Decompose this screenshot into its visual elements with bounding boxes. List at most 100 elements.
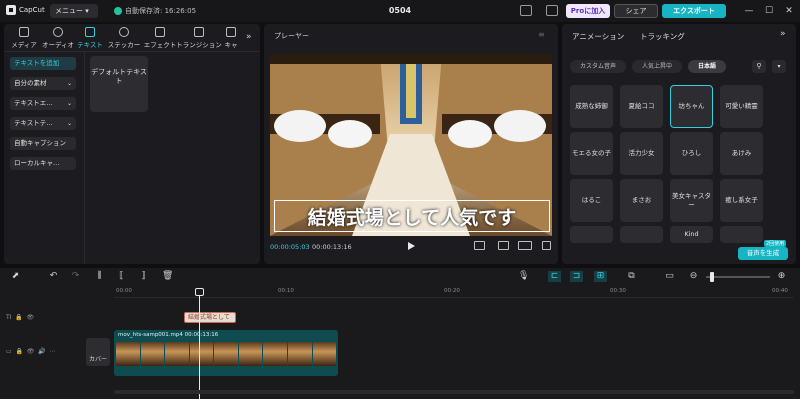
text-clip[interactable]: 結婚式場として bbox=[184, 312, 236, 323]
snap-icon[interactable]: ⧉ bbox=[626, 271, 637, 282]
text-overlay-box[interactable]: 結婚式場として人気です bbox=[274, 200, 550, 232]
default-text-template[interactable]: デフォルトテキスト bbox=[90, 56, 148, 112]
sidebar-item-add-text[interactable]: テキストを追加 bbox=[10, 57, 76, 70]
zoom-out-icon[interactable]: ⊖ bbox=[688, 271, 699, 282]
voice-option[interactable]: 活力少女 bbox=[620, 132, 663, 175]
tab-label: エフェクト bbox=[143, 41, 177, 49]
sidebar-item-text-effects[interactable]: テキストエ… ⌄ bbox=[10, 97, 76, 110]
sidebar-item-text-templates[interactable]: テキストテ… ⌄ bbox=[10, 117, 76, 130]
thumbnail bbox=[312, 342, 337, 366]
split-icon[interactable]: ⫼ bbox=[94, 271, 105, 282]
pro-subscribe-button[interactable]: Proに加入 bbox=[566, 4, 610, 18]
voice-option[interactable]: はるこ bbox=[570, 179, 613, 222]
generate-voice-button[interactable]: 音声を生成 bbox=[738, 247, 788, 260]
undo-icon[interactable]: ↶ bbox=[48, 271, 59, 282]
voice-option[interactable]: Kind bbox=[670, 226, 713, 243]
tab-audio[interactable]: オーディオ bbox=[40, 27, 76, 51]
crop-icon[interactable] bbox=[498, 241, 509, 250]
voice-option[interactable]: 美女キャスター bbox=[670, 179, 713, 222]
chip-custom-voice[interactable]: カスタム音声 bbox=[570, 60, 626, 73]
voice-option[interactable]: モエる女の子 bbox=[570, 132, 613, 175]
total-time: 00:00:13:16 bbox=[312, 243, 352, 251]
voice-option[interactable]: 可愛い精霊 bbox=[720, 85, 763, 128]
magnet-icon[interactable]: ⊏ bbox=[548, 271, 561, 282]
menu-lines-icon[interactable]: ≡ bbox=[538, 30, 545, 39]
preview-axis-icon[interactable]: ⊞ bbox=[594, 271, 607, 282]
expand-panel-icon[interactable]: » bbox=[780, 29, 786, 39]
playhead-handle[interactable] bbox=[195, 288, 204, 296]
chip-trending[interactable]: 人気上昇中 bbox=[632, 60, 682, 73]
microphone-icon[interactable]: 🎙 bbox=[518, 271, 529, 282]
overlay-text[interactable]: 結婚式場として人気です bbox=[308, 203, 516, 230]
original-size-icon[interactable] bbox=[518, 241, 532, 250]
tab-text[interactable]: テキスト bbox=[72, 27, 108, 51]
ratio-icon[interactable] bbox=[474, 241, 485, 250]
close-icon[interactable]: ✕ bbox=[782, 4, 796, 18]
chevron-down-icon[interactable]: ▾ bbox=[772, 60, 786, 73]
usage-badge: 2回使用 bbox=[764, 240, 787, 247]
voice-option[interactable]: 成熟な姉御 bbox=[570, 85, 613, 128]
trim-left-icon[interactable]: ⟦ bbox=[116, 271, 127, 282]
video-clip[interactable]: mov_hts-samp001.mp4 00:00:13:16 bbox=[114, 330, 338, 376]
sidebar-item-label: 自動キャプション bbox=[14, 139, 66, 147]
tick-label: 00:20 bbox=[444, 288, 460, 294]
export-button[interactable]: エクスポート bbox=[662, 4, 726, 18]
zoom-slider-handle[interactable] bbox=[710, 272, 714, 282]
voice-option[interactable] bbox=[720, 226, 763, 243]
tab-animation[interactable]: アニメーション bbox=[572, 31, 624, 42]
sidebar-item-my-assets[interactable]: 自分の素材 ⌄ bbox=[10, 77, 76, 90]
chevron-down-icon: ⌄ bbox=[66, 100, 72, 107]
play-icon[interactable] bbox=[408, 242, 415, 250]
voice-option[interactable]: 癒し系女子 bbox=[720, 179, 763, 222]
voice-option[interactable]: まさお bbox=[620, 179, 663, 222]
video-preview[interactable]: 結婚式場として人気です bbox=[270, 54, 552, 236]
chevron-down-icon: ⌄ bbox=[66, 80, 72, 87]
fullscreen-icon[interactable] bbox=[542, 241, 551, 250]
left-panel: メディア オーディオ テキスト ステッカー エフェクト トランジション キャ »… bbox=[4, 24, 260, 264]
text-icon bbox=[85, 27, 95, 37]
tab-label: テキスト bbox=[77, 41, 103, 49]
link-icon[interactable]: ⊐ bbox=[570, 271, 583, 282]
share-button[interactable]: シェア bbox=[614, 4, 658, 18]
tab-sticker[interactable]: ステッカー bbox=[106, 27, 142, 51]
select-pointer-icon[interactable]: ⬈ bbox=[10, 271, 21, 282]
tab-caption[interactable]: キャ bbox=[222, 27, 240, 51]
voice-option[interactable]: あけみ bbox=[720, 132, 763, 175]
sidebar-item-local-caption[interactable]: ローカルキャ… bbox=[10, 157, 76, 170]
playhead[interactable] bbox=[199, 288, 200, 399]
trim-right-icon[interactable]: ⟧ bbox=[138, 271, 149, 282]
zoom-in-icon[interactable]: ⊕ bbox=[776, 271, 787, 282]
effect-icon bbox=[155, 27, 165, 37]
voice-option[interactable] bbox=[620, 226, 663, 243]
shortcut-icon[interactable] bbox=[546, 5, 558, 16]
tab-effect[interactable]: エフェクト bbox=[142, 27, 178, 51]
chevron-down-icon: ⌄ bbox=[66, 120, 72, 127]
timeline-scrollbar[interactable] bbox=[114, 390, 794, 394]
maximize-icon[interactable]: ☐ bbox=[762, 4, 776, 18]
tab-transition[interactable]: トランジション bbox=[176, 27, 222, 51]
layout-icon[interactable] bbox=[520, 5, 532, 16]
tab-media[interactable]: メディア bbox=[6, 27, 42, 51]
zoom-slider[interactable] bbox=[706, 276, 770, 278]
cover-button[interactable]: カバー bbox=[86, 338, 110, 366]
thumbnail bbox=[263, 342, 287, 366]
tab-label: オーディオ bbox=[41, 41, 75, 49]
sidebar-item-label: テキストエ… bbox=[14, 99, 53, 107]
expand-tabs-icon[interactable]: » bbox=[246, 32, 252, 42]
chip-japanese[interactable]: 日本語 bbox=[688, 60, 726, 73]
captions-icon[interactable]: ▭ bbox=[664, 271, 675, 282]
filter-icon[interactable]: ⚲ bbox=[752, 60, 766, 73]
delete-icon[interactable]: 🗑 bbox=[162, 271, 173, 282]
voice-option[interactable]: 坊ちゃん bbox=[670, 85, 713, 128]
voice-option[interactable]: ひろし bbox=[670, 132, 713, 175]
minimize-icon[interactable]: — bbox=[742, 4, 756, 18]
voice-option[interactable]: 夏絵ココ bbox=[620, 85, 663, 128]
right-panel: アニメーション トラッキング » カスタム音声 人気上昇中 日本語 ⚲ ▾ 成熟… bbox=[562, 24, 796, 264]
audio-icon bbox=[53, 27, 63, 37]
timeline-toolbar: ⬈ ↶ ↷ ⫼ ⟦ ⟧ 🗑 🎙 ⊏ ⊐ ⊞ ⧉ ▭ ⊖ ⊕ bbox=[0, 268, 800, 286]
time-ruler[interactable]: 00:00 00:10 00:20 00:30 00:40 bbox=[114, 288, 794, 298]
tab-tracking[interactable]: トラッキング bbox=[640, 31, 685, 42]
sidebar-item-auto-caption[interactable]: 自動キャプション bbox=[10, 137, 76, 150]
redo-icon[interactable]: ↷ bbox=[70, 271, 81, 282]
voice-option[interactable] bbox=[570, 226, 613, 243]
